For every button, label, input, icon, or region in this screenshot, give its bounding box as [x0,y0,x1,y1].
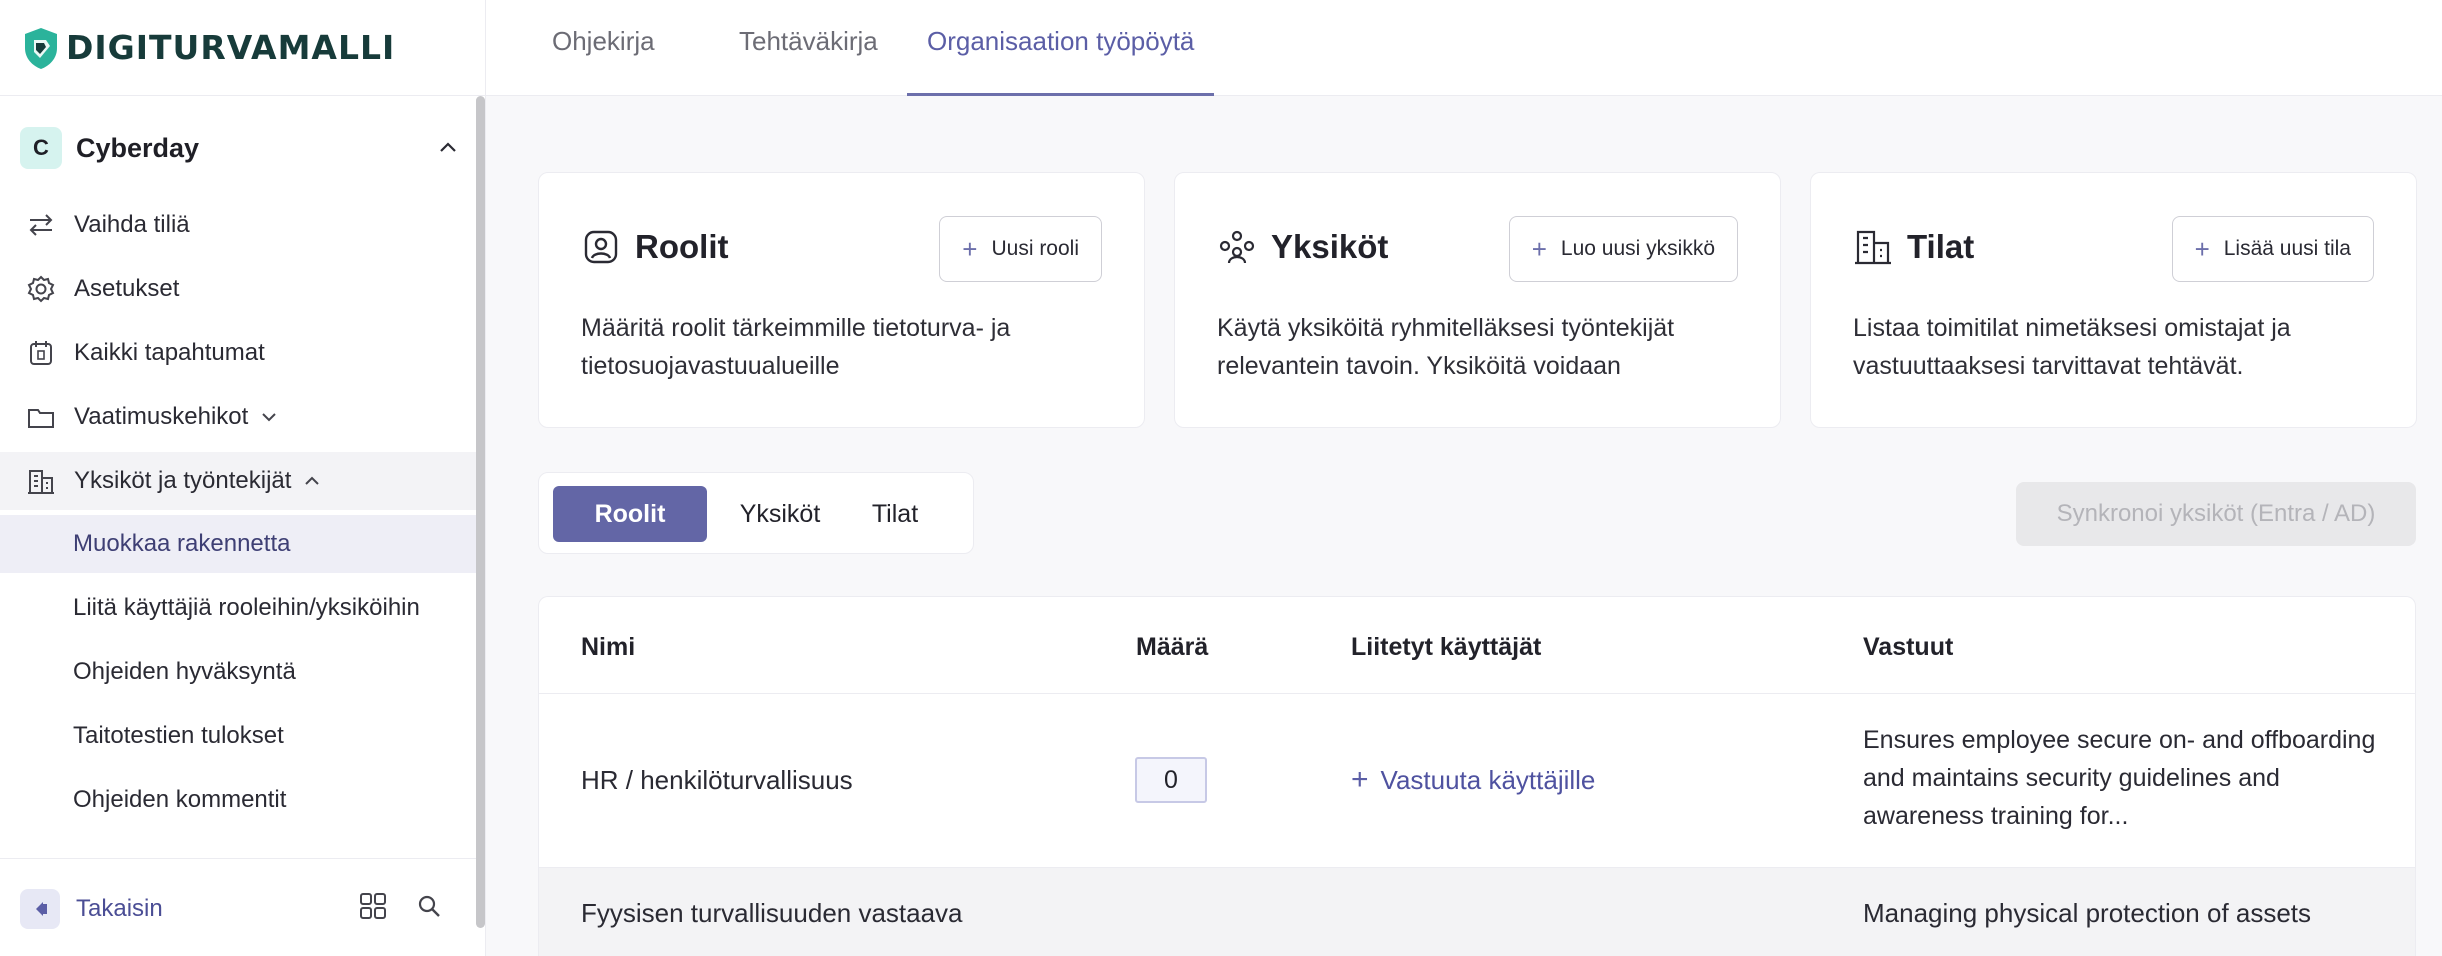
sidebar-item-label: Yksiköt ja työntekijät [74,467,292,494]
sidebar-subitem-skill-test-results[interactable]: Taitotestien tulokset [0,707,476,765]
responsibility-text: Ensures employee secure on- and offboard… [1863,726,2376,830]
count-badge: 0 [1135,757,1207,803]
link-label: Vastuuta käyttäjille [1380,764,1596,795]
user-badge-icon [584,230,618,264]
sidebar-item-label: Asetukset [74,275,180,302]
add-space-button[interactable]: + Lisää uusi tila [2171,216,2374,282]
back-link[interactable]: Takaisin [76,895,163,923]
building-icon [1855,230,1891,265]
gear-icon [27,275,55,303]
card-title: Tilat [1907,228,1975,265]
sync-units-button[interactable]: Synkronoi yksiköt (Entra / AD) [2016,482,2416,546]
plus-icon: + [2194,233,2210,264]
column-header-responsibilities[interactable]: Vastuut [1863,633,1953,662]
group-icon [1219,230,1255,264]
sidebar-item-settings[interactable]: Asetukset [0,260,476,318]
logo[interactable]: DIGITURVAMALLI [0,0,485,96]
org-avatar: C [20,127,62,169]
plus-icon: + [1531,233,1547,264]
tab-tehtavakirja[interactable]: Tehtäväkirja [719,0,898,96]
segment-units[interactable]: Yksiköt [725,486,835,542]
sidebar-item-label: Vaatimuskehikot [74,403,249,430]
sidebar-scrollbar[interactable] [476,96,485,928]
roles-table: Nimi Määrä Liitetyt käyttäjät Vastuut HR… [538,596,2416,956]
segment-spaces[interactable]: Tilat [845,486,945,542]
responsibility-text: Managing physical protection of assets [1863,898,2312,928]
column-header-users[interactable]: Liitetyt käyttäjät [1351,633,1541,662]
sidebar-subitem-guideline-approval[interactable]: Ohjeiden hyväksyntä [0,643,476,701]
role-name[interactable]: Fyysisen turvallisuuden vastaava [581,898,963,929]
building-icon [28,470,54,494]
folder-icon [28,409,54,428]
column-header-name[interactable]: Nimi [581,633,635,662]
button-label: Uusi rooli [991,237,1079,260]
units-card: Yksiköt + Luo uusi yksikkö Käytä yksiköi… [1174,172,1781,428]
shield-logo-icon [25,27,57,69]
spaces-card: Tilat + Lisää uusi tila Listaa toimitila… [1810,172,2417,428]
plus-icon: + [1351,763,1369,796]
top-navigation: Ohjekirja Tehtäväkirja Organisaation työ… [486,0,2442,96]
sidebar-item-all-events[interactable]: Kaikki tapahtumat [0,324,476,382]
role-name[interactable]: HR / henkilöturvallisuus [581,765,853,796]
card-description: Määritä roolit tärkeimmille tietoturva- … [581,314,1011,380]
back-icon[interactable] [20,889,60,929]
view-switcher: Roolit Yksiköt Tilat [538,472,974,554]
plus-icon: + [962,233,978,264]
sidebar-footer: Takaisin [0,858,476,956]
org-name: Cyberday [76,132,200,163]
button-label: Lisää uusi tila [2223,237,2351,260]
sidebar-subitem-guideline-comments[interactable]: Ohjeiden kommentit [0,771,476,829]
create-unit-button[interactable]: + Luo uusi yksikkö [1508,216,1738,282]
chevron-down-icon [262,413,277,422]
chevron-up-icon[interactable] [436,136,460,160]
calendar-icon [30,341,52,365]
grid-icon[interactable] [358,891,388,921]
card-description: Listaa toimitilat nimetäksesi omistajat … [1853,314,2291,380]
new-role-button[interactable]: + Uusi rooli [939,216,1102,282]
sidebar-subitem-edit-structure[interactable]: Muokkaa rakennetta [0,515,476,573]
brand-name: DIGITURVAMALLI [66,28,396,67]
tab-ohjekirja[interactable]: Ohjekirja [532,0,675,96]
sidebar-item-label: Vaihda tiliä [74,211,190,238]
assign-users-link[interactable]: + Vastuuta käyttäjille [1351,763,1595,797]
swap-icon [29,214,53,236]
chevron-up-icon [305,476,320,485]
sidebar-item-switch-account[interactable]: Vaihda tiliä [0,196,476,254]
org-switcher[interactable]: C Cyberday [20,126,460,170]
sidebar: DIGITURVAMALLI C Cyberday Vaihda tiliä A… [0,0,486,956]
tab-organisation-dashboard[interactable]: Organisaation työpöytä [907,0,1215,96]
card-title: Yksiköt [1271,228,1389,265]
column-header-count[interactable]: Määrä [1136,633,1208,662]
sidebar-subitem-assign-users[interactable]: Liitä käyttäjiä rooleihin/yksiköihin [0,579,476,637]
button-label: Luo uusi yksikkö [1560,237,1715,260]
card-description: Käytä yksiköitä ryhmitelläksesi työnteki… [1217,314,1675,380]
search-icon[interactable] [416,893,442,919]
segment-roles[interactable]: Roolit [553,486,707,542]
sidebar-item-label: Kaikki tapahtumat [74,339,265,366]
sidebar-item-frameworks[interactable]: Vaatimuskehikot [0,388,476,446]
card-title: Roolit [635,228,729,265]
table-row[interactable]: Fyysisen turvallisuuden vastaava Managin… [539,867,2415,956]
roles-card: Roolit + Uusi rooli Määritä roolit tärke… [538,172,1145,428]
divider [539,693,2415,694]
sidebar-item-units-employees[interactable]: Yksiköt ja työntekijät [0,452,476,510]
